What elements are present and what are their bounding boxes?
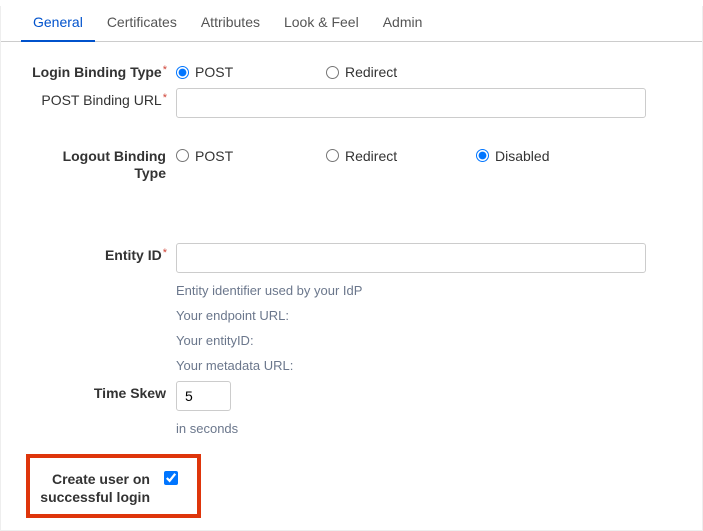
help-metadata-url: Your metadata URL: (176, 358, 672, 373)
label-post-binding-url: POST Binding URL* (31, 88, 176, 110)
radio-label: Disabled (495, 148, 549, 164)
logout-binding-post[interactable]: POST (176, 148, 326, 164)
entity-id-input[interactable] (176, 243, 646, 273)
logout-binding-post-radio[interactable] (176, 149, 189, 162)
tab-attributes[interactable]: Attributes (189, 6, 272, 42)
required-marker: * (163, 92, 167, 104)
required-marker: * (163, 247, 167, 259)
tab-general[interactable]: General (21, 6, 95, 42)
label-login-binding-type: Login Binding Type* (31, 60, 176, 82)
required-marker: * (163, 64, 167, 76)
create-user-checkbox[interactable] (164, 471, 178, 485)
tab-admin[interactable]: Admin (371, 6, 435, 42)
logout-binding-type-group: POST Redirect Disabled (176, 144, 672, 164)
login-binding-redirect-radio[interactable] (326, 66, 339, 79)
post-binding-url-input[interactable] (176, 88, 646, 118)
help-endpoint-url: Your endpoint URL: (176, 308, 672, 323)
radio-label: POST (195, 64, 233, 80)
create-user-highlight: Create user on successful login (26, 454, 201, 518)
settings-panel: General Certificates Attributes Look & F… (0, 6, 703, 531)
label-logout-binding-type: Logout Binding Type (31, 144, 176, 183)
login-binding-post-radio[interactable] (176, 66, 189, 79)
radio-label: Redirect (345, 64, 397, 80)
radio-label: POST (195, 148, 233, 164)
label-time-skew: Time Skew (31, 381, 176, 403)
help-entity-identifier: Entity identifier used by your IdP (176, 283, 672, 298)
help-in-seconds: in seconds (176, 421, 672, 436)
tab-lookfeel[interactable]: Look & Feel (272, 6, 371, 42)
tab-bar: General Certificates Attributes Look & F… (1, 6, 702, 42)
login-binding-redirect[interactable]: Redirect (326, 64, 476, 80)
logout-binding-disabled-radio[interactable] (476, 149, 489, 162)
general-form: Login Binding Type* POST Redirect PO (1, 42, 702, 518)
logout-binding-disabled[interactable]: Disabled (476, 148, 626, 164)
logout-binding-redirect-radio[interactable] (326, 149, 339, 162)
logout-binding-redirect[interactable]: Redirect (326, 148, 476, 164)
tab-certificates[interactable]: Certificates (95, 6, 189, 42)
label-entity-id: Entity ID* (31, 243, 176, 265)
login-binding-post[interactable]: POST (176, 64, 326, 80)
time-skew-input[interactable] (176, 381, 231, 411)
login-binding-type-group: POST Redirect (176, 60, 672, 80)
label-create-user: Create user on successful login (36, 466, 160, 506)
radio-label: Redirect (345, 148, 397, 164)
help-your-entity-id: Your entityID: (176, 333, 672, 348)
